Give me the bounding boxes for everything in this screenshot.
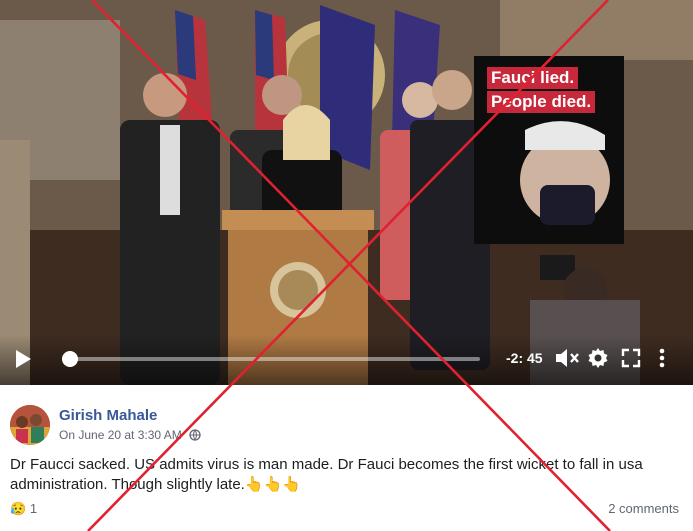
poster-line-2: People died. bbox=[487, 91, 596, 113]
post-card: Girish Mahale On June 20 at 3:30 AM Dr F… bbox=[0, 385, 693, 531]
reaction-count: 1 bbox=[29, 501, 38, 516]
more-icon[interactable] bbox=[652, 346, 672, 370]
post-meta: On June 20 at 3:30 AM bbox=[59, 428, 201, 442]
poster-line-1: Fauci lied. bbox=[487, 67, 579, 89]
sad-reaction-icon: 😥 bbox=[10, 501, 27, 516]
reaction-summary[interactable]: 😥 1 bbox=[10, 501, 37, 517]
video-progress-bar[interactable] bbox=[62, 351, 480, 367]
settings-gear-icon[interactable] bbox=[586, 346, 610, 370]
volume-muted-icon[interactable] bbox=[554, 346, 580, 370]
video-player[interactable]: Fauci lied. People died. -2: 45 bbox=[0, 0, 693, 385]
avatar-image bbox=[10, 405, 50, 445]
fullscreen-icon[interactable] bbox=[620, 347, 642, 369]
post-text: Dr Faucci sacked. US admits virus is man… bbox=[10, 456, 643, 493]
post-author-link[interactable]: Girish Mahale bbox=[59, 407, 157, 424]
post-timestamp[interactable]: On June 20 at 3:30 AM bbox=[59, 428, 182, 442]
globe-icon bbox=[189, 429, 201, 441]
video-scrub-handle[interactable] bbox=[62, 351, 79, 367]
comments-count-link[interactable]: 2 comments bbox=[608, 501, 679, 516]
video-controls: -2: 45 bbox=[0, 335, 693, 385]
play-icon[interactable] bbox=[12, 347, 34, 371]
avatar[interactable] bbox=[10, 405, 50, 445]
video-time-remaining: -2: 45 bbox=[506, 350, 543, 366]
pointing-emoji: 👆👆👆 bbox=[244, 476, 301, 493]
video-frame bbox=[0, 0, 693, 385]
post-body: Dr Faucci sacked. US admits virus is man… bbox=[10, 455, 682, 495]
